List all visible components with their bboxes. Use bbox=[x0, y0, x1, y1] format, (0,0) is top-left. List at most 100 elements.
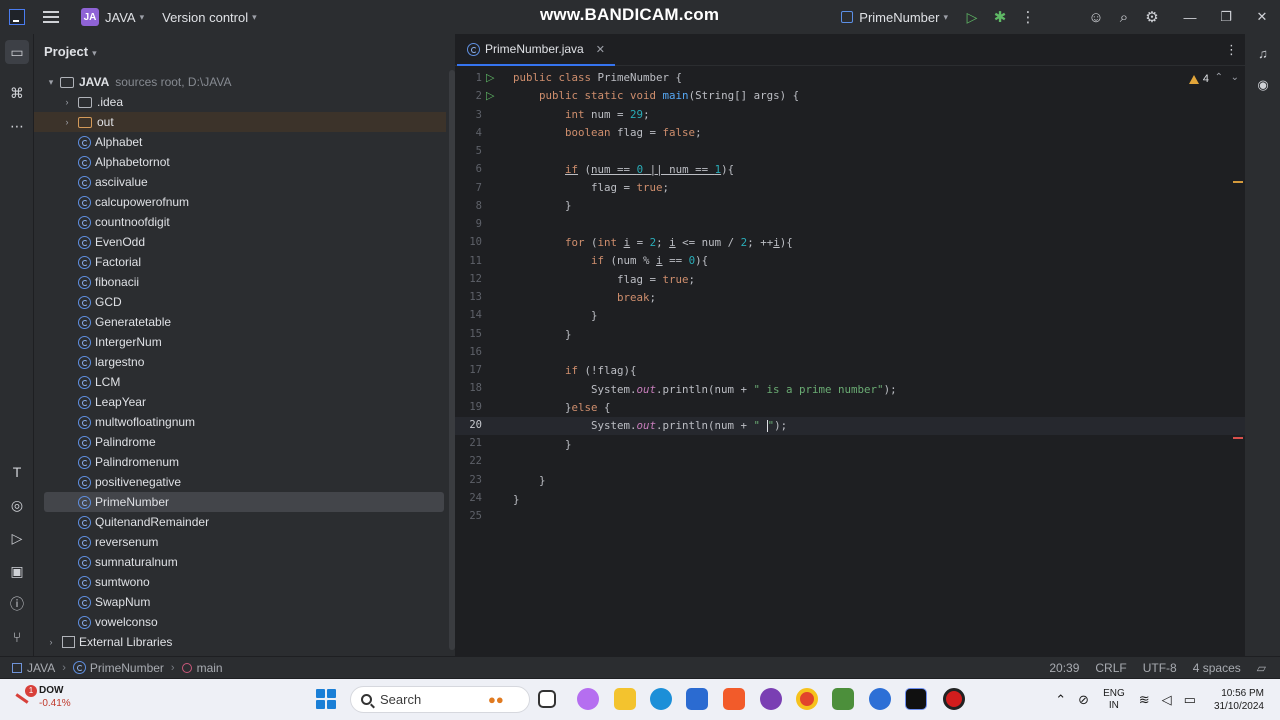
tree-class-item[interactable]: GCD bbox=[34, 292, 446, 312]
stock-widget[interactable]: 1 DOW -0.41% bbox=[14, 684, 71, 710]
tree-class-item[interactable]: LeapYear bbox=[34, 392, 446, 412]
wifi-icon[interactable]: ≋ bbox=[1139, 692, 1150, 708]
tree-folder-out[interactable]: › out bbox=[34, 112, 446, 132]
tree-class-item[interactable]: sumnaturalnum bbox=[34, 552, 446, 572]
run-main-gutter-icon[interactable]: ▷ bbox=[486, 89, 494, 102]
structure-tool-icon[interactable]: ⌘ bbox=[5, 81, 29, 105]
project-badge[interactable]: JA bbox=[81, 8, 99, 26]
tree-class-item[interactable]: Palindromenum bbox=[34, 452, 446, 472]
tree-class-item[interactable]: sumtwono bbox=[34, 572, 446, 592]
tree-class-item[interactable]: countnoofdigit bbox=[34, 212, 446, 232]
battery-icon[interactable]: ▭ bbox=[1184, 692, 1196, 708]
edge-browser-icon[interactable] bbox=[650, 688, 672, 710]
version-control-menu[interactable]: Version control bbox=[162, 10, 248, 25]
project-tool-folder-icon[interactable]: ▭ bbox=[5, 40, 29, 64]
brave-browser-icon[interactable] bbox=[723, 688, 745, 710]
line-separator[interactable]: CRLF bbox=[1095, 661, 1126, 675]
tree-class-item[interactable]: largestno bbox=[34, 352, 446, 372]
tree-class-item[interactable]: reversenum bbox=[34, 532, 446, 552]
file-encoding[interactable]: UTF-8 bbox=[1143, 661, 1177, 675]
add-user-icon[interactable]: ☺ bbox=[1082, 0, 1110, 34]
indent-setting[interactable]: 4 spaces bbox=[1193, 661, 1241, 675]
breadcrumb-item[interactable]: main bbox=[197, 661, 223, 675]
git-icon[interactable]: ⑂ bbox=[5, 625, 29, 649]
expand-arrow-icon[interactable]: › bbox=[62, 97, 72, 107]
error-stripe-mark[interactable] bbox=[1233, 437, 1243, 439]
run-tool-icon[interactable]: ▷ bbox=[5, 526, 29, 550]
file-explorer-icon[interactable] bbox=[614, 688, 636, 710]
tree-class-item[interactable]: vowelconso bbox=[34, 612, 446, 632]
problems-icon[interactable]: ⓘ bbox=[5, 592, 29, 616]
tree-class-item[interactable]: PrimeNumber bbox=[44, 492, 444, 512]
intellij-logo-icon[interactable] bbox=[9, 9, 25, 25]
terminal-icon[interactable]: ▣ bbox=[5, 559, 29, 583]
tree-class-item[interactable]: calcupowerofnum bbox=[34, 192, 446, 212]
windows-start-icon[interactable] bbox=[316, 689, 336, 709]
tree-class-item[interactable]: IntergerNum bbox=[34, 332, 446, 352]
expand-arrow-icon[interactable]: › bbox=[62, 117, 72, 127]
tree-class-item[interactable]: asciivalue bbox=[34, 172, 446, 192]
debug-icon[interactable]: ✱ bbox=[986, 0, 1014, 34]
expand-arrow-icon[interactable]: ▾ bbox=[46, 77, 56, 88]
tree-class-item[interactable]: SwapNum bbox=[34, 592, 446, 612]
close-window-button[interactable]: ✕ bbox=[1244, 0, 1280, 34]
next-highlight-arrow-icon[interactable]: ⌄ bbox=[1231, 72, 1239, 83]
app-icon[interactable] bbox=[869, 688, 891, 710]
microsoft-store-icon[interactable] bbox=[686, 688, 708, 710]
run-icon[interactable]: ▷ bbox=[958, 0, 986, 34]
services-icon[interactable]: ◎ bbox=[5, 493, 29, 517]
tree-class-item[interactable]: Generatetable bbox=[34, 312, 446, 332]
task-view-icon[interactable] bbox=[538, 690, 556, 708]
tree-class-item[interactable]: multwofloatingnum bbox=[34, 412, 446, 432]
run-class-gutter-icon[interactable]: ▷ bbox=[486, 71, 494, 84]
close-tab-icon[interactable]: ✕ bbox=[596, 43, 605, 56]
tree-class-item[interactable]: Palindrome bbox=[34, 432, 446, 452]
tor-browser-icon[interactable] bbox=[760, 688, 782, 710]
network-off-icon[interactable]: ⊘ bbox=[1078, 692, 1089, 708]
settings-gear-icon[interactable]: ⚙ bbox=[1138, 0, 1166, 34]
inspection-warnings-widget[interactable]: 4 bbox=[1188, 73, 1209, 85]
tree-root-java[interactable]: ▾ JAVA sources root, D:\JAVA bbox=[34, 72, 446, 92]
intellij-taskbar-icon[interactable] bbox=[905, 688, 927, 710]
code-editor[interactable]: 1 2 3 4 5 6 7 8 9 10 11 12 13 14 15 16 17 18 19 20 21 22 23 24 2… bbox=[455, 66, 1245, 656]
tree-class-item[interactable]: LCM bbox=[34, 372, 446, 392]
tab-options-icon[interactable]: ⋮ bbox=[1225, 42, 1238, 58]
main-menu-icon[interactable] bbox=[43, 11, 59, 23]
tree-class-item[interactable]: Alphabet bbox=[34, 132, 446, 152]
project-selector[interactable]: JAVA bbox=[105, 10, 136, 25]
language-indicator[interactable]: ENG IN bbox=[1103, 688, 1125, 712]
chrome-browser-icon[interactable] bbox=[796, 688, 818, 710]
expand-arrow-icon[interactable]: › bbox=[46, 637, 56, 647]
tab-primenumber[interactable]: PrimeNumber.java ✕ bbox=[457, 34, 615, 66]
project-panel-header[interactable]: Project ▾ bbox=[44, 44, 97, 59]
search-icon[interactable]: ⌕ bbox=[1110, 0, 1138, 34]
ai-assistant-icon[interactable]: ◉ bbox=[1251, 74, 1275, 96]
lock-icon[interactable]: ▱ bbox=[1257, 661, 1266, 675]
breadcrumb-item[interactable]: PrimeNumber bbox=[90, 661, 164, 675]
game-app-icon[interactable] bbox=[832, 688, 854, 710]
more-tools-icon[interactable]: ⋯ bbox=[5, 114, 29, 138]
tree-class-item[interactable]: EvenOdd bbox=[34, 232, 446, 252]
tree-class-item[interactable]: QuitenandRemainder bbox=[34, 512, 446, 532]
notifications-bell-icon[interactable]: ♫ bbox=[1251, 42, 1275, 64]
clock[interactable]: 10:56 PM 31/10/2024 bbox=[1214, 687, 1264, 713]
restore-button[interactable]: ❐ bbox=[1208, 0, 1244, 34]
chevron-up-icon[interactable]: ⌃ bbox=[1055, 692, 1066, 708]
tree-class-item[interactable]: Factorial bbox=[34, 252, 446, 272]
tree-class-item[interactable]: fibonacii bbox=[34, 272, 446, 292]
tree-external-libraries[interactable]: › External Libraries bbox=[34, 632, 446, 652]
copilot-icon[interactable] bbox=[577, 688, 599, 710]
bandicam-taskbar-icon[interactable] bbox=[943, 688, 965, 710]
caret-position[interactable]: 20:39 bbox=[1049, 661, 1079, 675]
breadcrumb-item[interactable]: JAVA bbox=[27, 661, 55, 675]
run-configuration-selector[interactable]: PrimeNumber ▾ bbox=[841, 10, 948, 25]
tree-folder-idea[interactable]: › .idea bbox=[34, 92, 446, 112]
previous-highlight-arrow-icon[interactable]: ⌃ bbox=[1215, 72, 1223, 83]
minimize-button[interactable]: — bbox=[1172, 0, 1208, 34]
build-hammer-icon[interactable]: T bbox=[5, 460, 29, 484]
tree-class-item[interactable]: positivenegative bbox=[34, 472, 446, 492]
volume-icon[interactable]: ◁ bbox=[1162, 692, 1172, 708]
more-actions-icon[interactable]: ⋮ bbox=[1014, 0, 1042, 34]
warning-stripe-mark[interactable] bbox=[1233, 181, 1243, 183]
tree-class-item[interactable]: Alphabetornot bbox=[34, 152, 446, 172]
